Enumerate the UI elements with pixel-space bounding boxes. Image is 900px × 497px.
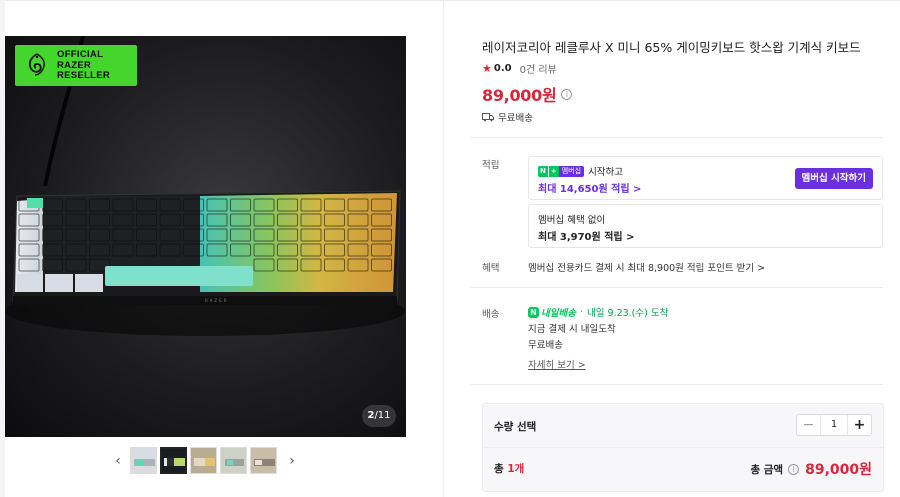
image-counter: 2/11 — [362, 405, 396, 427]
benefit-link[interactable]: 멤버십 전용카드 결제 시 최대 8,900원 적립 포인트 받기 > — [528, 260, 765, 274]
badge-n: N — [538, 165, 548, 177]
separator — [471, 137, 883, 138]
info-icon[interactable]: i — [561, 88, 573, 100]
shipping-row: 무료배송 — [482, 110, 533, 124]
product-main-image[interactable]: RAZER OFFICIAL RAZER RESELLER 2/11 — [5, 36, 406, 437]
rating-row[interactable]: ★ 0.0 0건 리뷰 — [482, 61, 557, 76]
official-reseller-badge: OFFICIAL RAZER RESELLER — [15, 45, 137, 86]
total-amount-label: 총 금액 — [750, 463, 784, 476]
membership-title: N + 멤버십 시작하고 — [538, 164, 623, 178]
thumbnail-3-image — [191, 448, 216, 473]
counter-total: /11 — [374, 410, 391, 421]
delivery-label: 배송 — [482, 309, 500, 320]
quantity-stepper: − 1 + — [796, 414, 872, 436]
delivery-detail-link[interactable]: 자세히 보기 > — [528, 357, 586, 371]
price-row: 89,000원 i — [482, 82, 573, 106]
delivery-fee: 무료배송 — [528, 340, 563, 351]
standard-max-points[interactable]: 최대 3,970원 적립 > — [538, 228, 634, 243]
thumbnail-2[interactable] — [160, 447, 187, 474]
no-membership-title: 멤버십 혜택 없이 — [538, 215, 606, 226]
thumbnail-1[interactable] — [130, 447, 157, 474]
total-count-prefix: 총 — [494, 463, 508, 475]
info-icon[interactable]: i — [788, 463, 800, 475]
rating-score: 0.0 — [493, 63, 512, 74]
truck-icon — [482, 112, 494, 121]
delivery-brand: 내일배송 — [541, 308, 576, 319]
decrease-quantity-button[interactable]: − — [797, 415, 821, 435]
naver-plus-membership-badge: N + 멤버십 — [538, 165, 585, 177]
razer-logo-icon — [28, 53, 45, 76]
start-membership-button[interactable]: 멤버십 시작하기 — [794, 168, 873, 189]
total-amount: 총 금액 i 89,000원 — [750, 459, 872, 479]
points-label: 적립 — [482, 160, 500, 171]
increase-quantity-button[interactable]: + — [847, 415, 871, 435]
badge-label: 멤버십 — [558, 165, 585, 177]
quantity-value[interactable]: 1 — [821, 415, 847, 435]
naver-delivery-icon: N — [528, 306, 539, 318]
top-rule — [5, 0, 900, 1]
separator — [471, 287, 883, 288]
delivery-eta: N 내일배송 · 내일 9.23.(수) 도착 — [528, 305, 668, 319]
total-count-number: 1개 — [507, 463, 525, 475]
quantity-separator — [483, 447, 883, 448]
keyboard-illustration: RAZER — [5, 190, 405, 336]
membership-points-box: N + 멤버십 시작하고 최대 14,650원 적립 > 멤버십 시작하기 — [528, 156, 883, 200]
separator — [471, 384, 883, 385]
membership-max-points[interactable]: 최대 14,650원 적립 > — [538, 180, 641, 195]
shipping-text: 무료배송 — [498, 113, 533, 124]
thumbnail-strip — [130, 447, 277, 475]
badge-plus: + — [547, 165, 559, 177]
svg-text:RAZER: RAZER — [205, 298, 228, 303]
benefit-label: 혜택 — [482, 263, 500, 274]
total-price: 89,000원 — [805, 462, 872, 478]
thumbnail-2-image — [162, 449, 185, 472]
quantity-label: 수량 선택 — [494, 421, 537, 433]
product-price: 89,000원 — [482, 86, 557, 105]
delivery-note: 지금 결제 시 내일도착 — [528, 324, 616, 335]
standard-points-box: 멤버십 혜택 없이 최대 3,970원 적립 > — [528, 204, 883, 248]
chevron-right-icon[interactable]: › — [285, 453, 299, 469]
star-icon: ★ — [482, 62, 492, 75]
dot-separator: · — [579, 306, 583, 318]
quantity-box: 수량 선택 − 1 + 총 1개 총 금액 i 89,000원 — [482, 403, 884, 492]
thumbnail-3[interactable] — [190, 447, 217, 474]
chevron-left-icon[interactable]: ‹ — [111, 453, 125, 469]
thumbnail-4-image — [221, 448, 246, 473]
thumbnail-1-image — [131, 448, 156, 473]
membership-start-text: 시작하고 — [588, 167, 624, 178]
panel-divider — [443, 0, 444, 497]
delivery-date: 내일 9.23.(수) 도착 — [587, 308, 669, 319]
product-title: 레이저코리아 레클루사 X 미니 65% 게이밍키보드 핫스왑 기계식 키보드 — [482, 40, 861, 55]
badge-text: OFFICIAL RAZER RESELLER — [57, 49, 111, 81]
thumbnail-4[interactable] — [220, 447, 247, 474]
thumbnail-5[interactable] — [250, 447, 277, 474]
thumbnail-5-image — [251, 448, 276, 473]
review-count[interactable]: 0건 리뷰 — [520, 61, 557, 76]
total-count: 총 1개 — [494, 461, 524, 476]
